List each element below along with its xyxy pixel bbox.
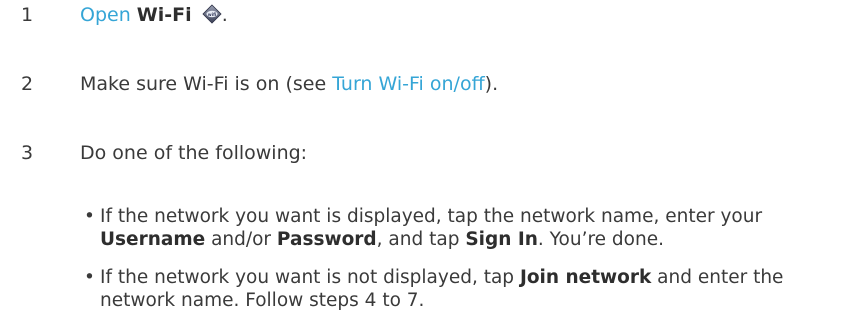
wifi-app-icon: wifi bbox=[202, 4, 222, 24]
text-run: If the network you want is not displayed… bbox=[100, 267, 520, 288]
step-number: 2 bbox=[21, 73, 34, 95]
step-text: Do one of the following: bbox=[80, 142, 308, 164]
wifi-label: Wi-Fi bbox=[136, 4, 192, 26]
step-2-text-after: ). bbox=[484, 73, 499, 95]
username-label: Username bbox=[100, 229, 206, 250]
password-label: Password bbox=[276, 229, 377, 250]
step-2-text-before: Make sure Wi-Fi is on (see bbox=[80, 73, 333, 95]
step-1-tail: . bbox=[221, 4, 228, 26]
step-number: 3 bbox=[21, 142, 34, 164]
text-run: . You’re done. bbox=[537, 229, 664, 250]
text-run: If the network you want is displayed, ta… bbox=[100, 206, 763, 227]
options-list: • If the network you want is displayed, … bbox=[84, 205, 830, 327]
turn-wifi-on-off-link[interactable]: Turn Wi-Fi on/off bbox=[332, 73, 484, 95]
list-item: • If the network you want is displayed, … bbox=[84, 205, 830, 251]
bullet-text: If the network you want is not displayed… bbox=[100, 267, 783, 311]
sign-in-label: Sign In bbox=[465, 229, 538, 250]
open-wifi-link[interactable]: Open bbox=[80, 4, 131, 26]
svg-text:wifi: wifi bbox=[207, 12, 215, 17]
bullet-marker: • bbox=[84, 206, 95, 227]
step-text: Make sure Wi-Fi is on (see Turn Wi-Fi on… bbox=[80, 71, 498, 97]
bullet-text: If the network you want is displayed, ta… bbox=[100, 206, 762, 250]
text-run: , and tap bbox=[376, 229, 466, 250]
join-network-label: Join network bbox=[519, 267, 652, 288]
step-text: Open Wi-Fi wifi . bbox=[80, 2, 228, 28]
bullet-marker: • bbox=[84, 267, 95, 288]
list-item: • If the network you want is not display… bbox=[84, 266, 830, 312]
step-number: 1 bbox=[21, 4, 34, 26]
text-run: and/or bbox=[205, 229, 277, 250]
